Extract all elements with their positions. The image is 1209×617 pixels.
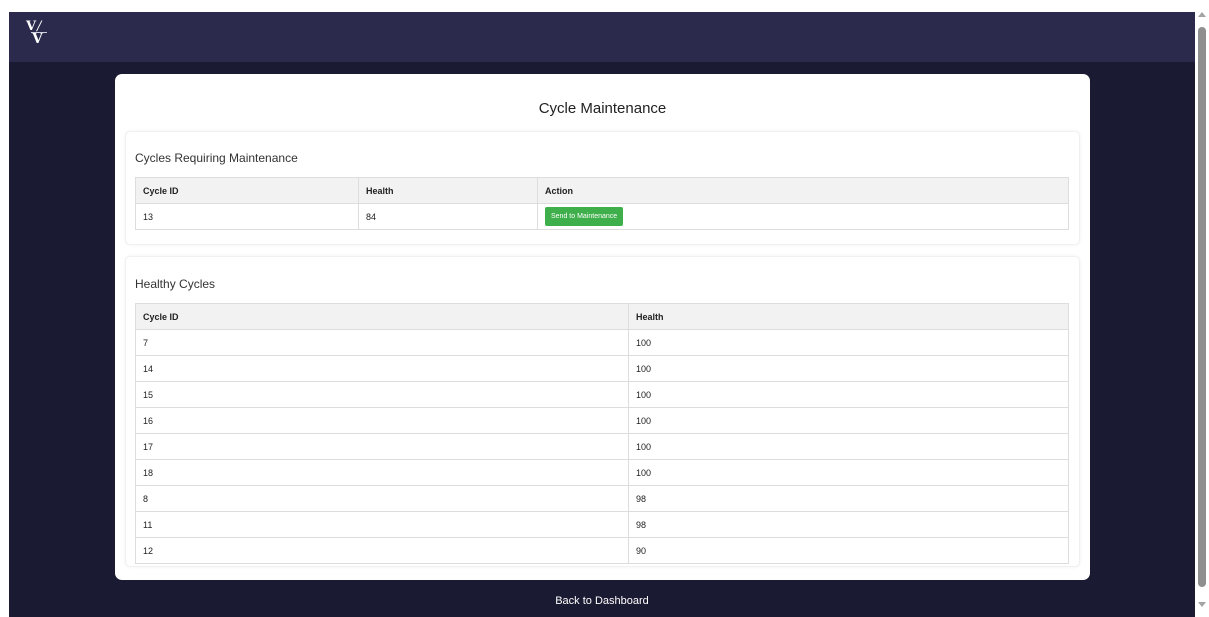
cycle-id-cell: 17 (135, 433, 629, 460)
health-cell: 98 (628, 511, 1069, 538)
table-row: 8 98 (135, 485, 1069, 512)
vertical-scrollbar[interactable] (1195, 0, 1209, 617)
top-header: V / V (9, 12, 1195, 62)
cycle-id-cell: 13 (135, 203, 359, 230)
section-title: Cycles Requiring Maintenance (135, 151, 298, 165)
column-header-cycle-id: Cycle ID (135, 303, 629, 330)
top-strip (0, 0, 1209, 12)
column-header-cycle-id: Cycle ID (135, 177, 359, 204)
health-cell: 100 (628, 381, 1069, 408)
maintenance-required-section: Cycles Requiring Maintenance Cycle ID He… (125, 131, 1080, 245)
cycle-id-cell: 8 (135, 485, 629, 512)
health-cell: 100 (628, 433, 1069, 460)
v-monogram-logo-icon[interactable]: V / V (23, 16, 57, 52)
health-cell: 100 (628, 329, 1069, 356)
cycle-id-cell: 11 (135, 511, 629, 538)
cycle-id-cell: 14 (135, 355, 629, 382)
column-header-action: Action (537, 177, 1069, 204)
health-cell: 84 (358, 203, 538, 230)
table-row: 12 90 (135, 537, 1069, 564)
scrollbar-thumb[interactable] (1198, 27, 1206, 587)
maintenance-table: Cycle ID Health Action 13 84 Send to Mai… (135, 177, 1069, 230)
table-header-row: Cycle ID Health (135, 303, 1069, 330)
column-header-health: Health (628, 303, 1069, 330)
back-to-dashboard-link[interactable]: Back to Dashboard (9, 595, 1195, 607)
table-row: 16 100 (135, 407, 1069, 434)
section-title: Healthy Cycles (135, 277, 216, 291)
cycle-id-cell: 15 (135, 381, 629, 408)
healthy-cycles-table: Cycle ID Health 7 100 14 100 15 100 16 1… (135, 303, 1069, 564)
scroll-down-arrow-icon[interactable] (1198, 602, 1206, 607)
health-cell: 98 (628, 485, 1069, 512)
app-container: V / V Cycle Maintenance Cycles Requiring… (9, 12, 1195, 617)
column-header-health: Health (358, 177, 538, 204)
table-row: 14 100 (135, 355, 1069, 382)
health-cell: 100 (628, 459, 1069, 486)
browser-viewport: V / V Cycle Maintenance Cycles Requiring… (0, 0, 1209, 617)
table-row: 13 84 Send to Maintenance (135, 203, 1069, 230)
cycle-id-cell: 7 (135, 329, 629, 356)
send-to-maintenance-button[interactable]: Send to Maintenance (545, 207, 624, 226)
left-gutter (0, 0, 9, 617)
table-row: 15 100 (135, 381, 1069, 408)
table-row: 11 98 (135, 511, 1069, 538)
svg-text:V: V (31, 31, 44, 47)
maintenance-card: Cycle Maintenance Cycles Requiring Maint… (115, 74, 1090, 580)
cycle-id-cell: 16 (135, 407, 629, 434)
scroll-up-arrow-icon[interactable] (1198, 12, 1206, 17)
healthy-cycles-section: Healthy Cycles Cycle ID Health 7 100 14 … (125, 256, 1080, 567)
health-cell: 100 (628, 355, 1069, 382)
table-row: 17 100 (135, 433, 1069, 460)
table-row: 18 100 (135, 459, 1069, 486)
table-row: 7 100 (135, 329, 1069, 356)
page-title: Cycle Maintenance (538, 100, 667, 117)
table-header-row: Cycle ID Health Action (135, 177, 1069, 204)
cycle-id-cell: 18 (135, 459, 629, 486)
health-cell: 90 (628, 537, 1069, 564)
action-cell: Send to Maintenance (537, 203, 1069, 230)
cycle-id-cell: 12 (135, 537, 629, 564)
health-cell: 100 (628, 407, 1069, 434)
